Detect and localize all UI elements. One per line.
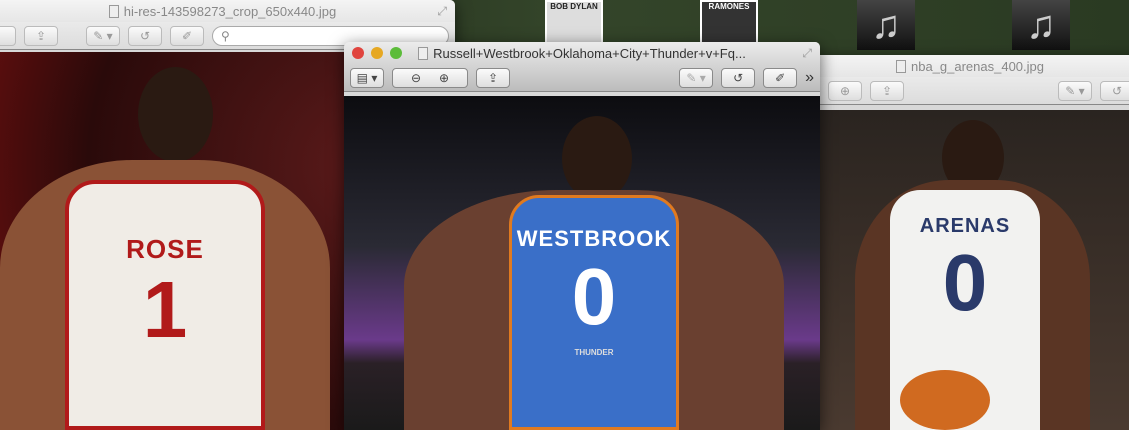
- window-title: Russell+Westbrook+Oklahoma+City+Thunder+…: [433, 45, 746, 61]
- share-button[interactable]: ⇪: [476, 67, 510, 88]
- annotate-button[interactable]: ✎ ▾: [679, 67, 714, 88]
- zoom-out-button[interactable]: ⊖: [411, 71, 421, 85]
- window-title: hi-res-143598273_crop_650x440.jpg: [123, 3, 337, 19]
- player-head: [138, 67, 213, 162]
- rotate-button[interactable]: ↺: [1100, 80, 1129, 101]
- title-bar[interactable]: nba_g_arenas_400.jpg: [800, 55, 1129, 77]
- zoom-button[interactable]: [0, 25, 16, 46]
- basketball: [900, 370, 990, 430]
- edit-button[interactable]: ✐: [170, 25, 204, 46]
- share-button[interactable]: ⇪: [870, 80, 904, 101]
- annotate-button[interactable]: ✎ ▾: [86, 25, 120, 46]
- fullscreen-icon[interactable]: ⤢: [802, 46, 812, 61]
- title-bar[interactable]: Russell+Westbrook+Oklahoma+City+Thunder+…: [344, 42, 820, 64]
- toolbar: ▤ ▾ ⊖ ⊕ ⇪ ✎ ▾ ↺ ✐ »: [344, 64, 820, 92]
- zoom-window-button[interactable]: [390, 47, 402, 59]
- zoom-in-button[interactable]: ⊕: [439, 71, 449, 85]
- album-label: BOB DYLAN: [550, 2, 598, 11]
- close-button[interactable]: [352, 47, 364, 59]
- file-icon: [895, 59, 906, 73]
- desktop-music-icon[interactable]: ♫: [1012, 0, 1070, 50]
- fullscreen-icon[interactable]: ⤢: [437, 4, 447, 19]
- sidebar-view-button[interactable]: ▤ ▾: [350, 67, 384, 88]
- rotate-button[interactable]: ↺: [721, 67, 756, 88]
- toolbar: ⊕ ⇪ ✎ ▾ ↺: [800, 77, 1129, 105]
- toolbar-overflow-button[interactable]: »: [805, 69, 814, 87]
- photo-westbrook: WESTBROOK 0 THUNDER: [344, 96, 820, 430]
- player-head: [562, 116, 632, 201]
- photo-arenas: ARENAS 0: [800, 110, 1129, 430]
- title-bar[interactable]: hi-res-143598273_crop_650x440.jpg ⤢: [0, 0, 455, 22]
- rotate-button[interactable]: ↺: [128, 25, 162, 46]
- zoom-buttons: ⊖ ⊕: [392, 67, 468, 88]
- file-icon: [418, 46, 429, 60]
- search-icon: ⚲: [221, 28, 230, 43]
- annotate-button[interactable]: ✎ ▾: [1058, 80, 1092, 101]
- minimize-button[interactable]: [371, 47, 383, 59]
- preview-window-arenas[interactable]: nba_g_arenas_400.jpg ⊕ ⇪ ✎ ▾ ↺ ARENAS 0: [800, 55, 1129, 430]
- edit-button[interactable]: ✐: [763, 67, 798, 88]
- jersey: ROSE 1: [65, 180, 265, 430]
- file-icon: [108, 4, 119, 18]
- preview-window-westbrook[interactable]: Russell+Westbrook+Oklahoma+City+Thunder+…: [344, 42, 820, 430]
- desktop-music-icon[interactable]: ♫: [857, 0, 915, 50]
- share-button[interactable]: ⇪: [24, 25, 58, 46]
- album-label: RAMONES: [708, 2, 750, 11]
- jersey: WESTBROOK 0 THUNDER: [509, 195, 679, 430]
- window-title: nba_g_arenas_400.jpg: [910, 58, 1044, 74]
- zoom-in-button[interactable]: ⊕: [828, 80, 862, 101]
